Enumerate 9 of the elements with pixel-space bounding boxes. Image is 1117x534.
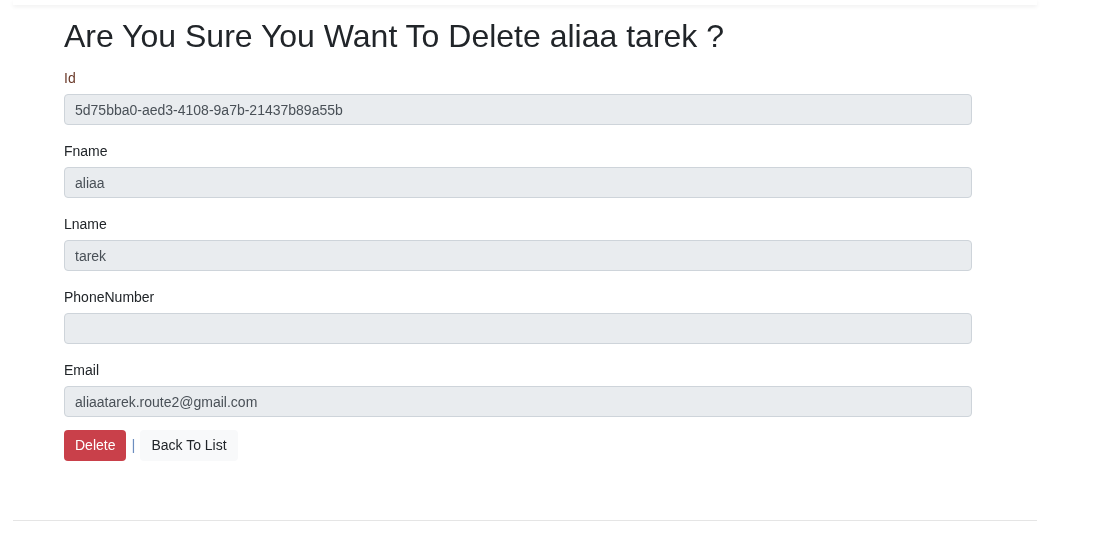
back-to-list-button[interactable]: Back To List — [140, 430, 238, 461]
separator: | — [131, 435, 136, 456]
field-label: Lname — [64, 216, 107, 233]
delete-button[interactable]: Delete — [64, 430, 127, 461]
field-label: Id — [64, 70, 76, 87]
field-label: PhoneNumber — [64, 289, 155, 306]
page-heading: Are You Sure You Want To Delete aliaa tarek ? — [64, 17, 724, 55]
field-label: Fname — [64, 143, 108, 160]
field-label: Email — [64, 362, 99, 379]
